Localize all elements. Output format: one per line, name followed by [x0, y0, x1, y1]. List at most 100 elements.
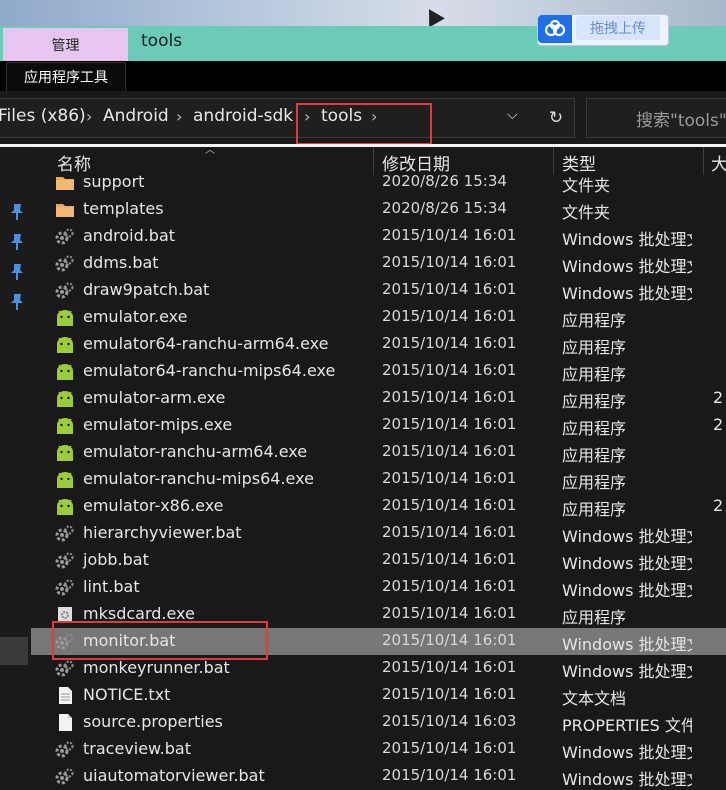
chevron-down-icon[interactable]: ⌵	[507, 107, 518, 123]
file-type: 应用程序	[562, 608, 627, 627]
monitor-bat-highlight	[52, 621, 268, 660]
gear-file-icon	[55, 578, 75, 597]
folder-icon	[55, 173, 75, 192]
file-type: PROPERTIES 文件	[562, 716, 692, 735]
file-type: Windows 批处理文件	[562, 257, 692, 276]
file-date: 2020/8/26 15:34	[382, 199, 507, 217]
gear-file-icon	[55, 227, 75, 246]
pin-icon[interactable]	[9, 203, 25, 221]
file-type: 应用程序	[562, 419, 627, 438]
breadcrumb-chevron-icon[interactable]: ›	[86, 107, 92, 126]
file-row[interactable]: hierarchyviewer.bat 2015/10/14 16:01 Windo…	[31, 520, 726, 547]
window-title: tools	[141, 31, 183, 51]
file-row[interactable]: emulator-mips.exe 2015/10/14 16:01 应用程序 2	[31, 412, 726, 439]
upload-drag-label[interactable]: 拖拽上传	[576, 16, 660, 40]
column-header-size[interactable]: 大	[711, 150, 726, 175]
file-name: NOTICE.txt	[83, 685, 171, 704]
file-date: 2015/10/14 16:01	[382, 334, 517, 352]
refresh-icon[interactable]: ↻	[538, 98, 575, 138]
android-icon	[55, 443, 75, 462]
file-row[interactable]: draw9patch.bat 2015/10/14 16:01 Windows 批处…	[31, 277, 726, 304]
android-icon	[55, 470, 75, 489]
breadcrumb-program-files[interactable]: Files (x86)	[0, 106, 86, 126]
pin-icon[interactable]	[9, 263, 25, 281]
file-row[interactable]: emulator64-ranchu-mips64.exe 2015/10/14 1…	[31, 358, 726, 385]
file-name: emulator-ranchu-mips64.exe	[83, 469, 314, 488]
file-date: 2015/10/14 16:03	[382, 712, 517, 730]
file-row[interactable]: emulator-ranchu-mips64.exe 2015/10/14 16:…	[31, 466, 726, 493]
search-placeholder: 搜索"tools"	[636, 111, 726, 131]
file-type: 应用程序	[562, 446, 627, 465]
file-row[interactable]: android.bat 2015/10/14 16:01 Windows 批处理文件	[31, 223, 726, 250]
file-row[interactable]: ddms.bat 2015/10/14 16:01 Windows 批处理文件	[31, 250, 726, 277]
file-type: Windows 批处理文件	[562, 527, 692, 546]
pin-icon[interactable]	[9, 293, 25, 311]
column-header-type[interactable]: 类型	[562, 150, 596, 175]
gear-file-icon	[55, 551, 75, 570]
tab-manage[interactable]: 管理	[3, 28, 128, 61]
file-type: Windows 批处理文件	[562, 230, 692, 249]
file-name: uiautomatorviewer.bat	[83, 766, 265, 785]
breadcrumb-android-sdk[interactable]: android-sdk	[193, 106, 293, 126]
file-name: emulator-arm.exe	[83, 388, 226, 407]
file-name: templates	[83, 199, 164, 218]
file-type: Windows 批处理文件	[562, 554, 692, 573]
file-name: emulator-mips.exe	[83, 415, 233, 434]
file-name: source.properties	[83, 712, 223, 731]
file-name: draw9patch.bat	[83, 280, 210, 299]
file-row[interactable]: emulator64-ranchu-arm64.exe 2015/10/14 16…	[31, 331, 726, 358]
pin-icon[interactable]	[9, 233, 25, 251]
file-type: Windows 批处理文件	[562, 770, 692, 789]
file-row[interactable]: emulator-x86.exe 2015/10/14 16:01 应用程序 2	[31, 493, 726, 520]
file-name: emulator.exe	[83, 307, 188, 326]
file-date: 2015/10/14 16:01	[382, 253, 517, 271]
file-row[interactable]: emulator.exe 2015/10/14 16:01 应用程序	[31, 304, 726, 331]
file-name: monkeyrunner.bat	[83, 658, 230, 677]
file-type: 文件夹	[562, 176, 611, 195]
file-type: 应用程序	[562, 311, 627, 330]
file-row[interactable]: lint.bat 2015/10/14 16:01 Windows 批处理文件	[31, 574, 726, 601]
blank-file-icon	[55, 713, 75, 732]
android-icon	[55, 362, 75, 381]
gear-file-icon	[55, 524, 75, 543]
file-row[interactable]: jobb.bat 2015/10/14 16:01 Windows 批处理文件	[31, 547, 726, 574]
file-name: emulator-x86.exe	[83, 496, 224, 515]
nav-selected-item[interactable]	[0, 637, 28, 665]
file-date: 2015/10/14 16:01	[382, 739, 517, 757]
column-header-date[interactable]: 修改日期	[382, 150, 450, 175]
file-date: 2015/10/14 16:01	[382, 631, 517, 649]
column-divider[interactable]	[553, 147, 554, 175]
column-divider[interactable]	[373, 147, 374, 175]
file-row[interactable]: emulator-arm.exe 2015/10/14 16:01 应用程序 2	[31, 385, 726, 412]
file-row[interactable]: uiautomatorviewer.bat 2015/10/14 16:01 Win…	[31, 763, 726, 790]
file-size: 2	[713, 415, 724, 434]
file-date: 2015/10/14 16:01	[382, 604, 517, 622]
tools-breadcrumb-highlight	[296, 103, 432, 145]
breadcrumb-android[interactable]: Android	[103, 106, 169, 126]
sort-ascending-icon: ︿	[205, 145, 215, 156]
android-icon	[55, 416, 75, 435]
file-date: 2015/10/14 16:01	[382, 685, 517, 703]
file-type: 应用程序	[562, 338, 627, 357]
column-header-bar	[31, 147, 726, 175]
file-row[interactable]: traceview.bat 2015/10/14 16:01 Windows 批处理…	[31, 736, 726, 763]
column-divider[interactable]	[703, 147, 704, 175]
file-name: emulator-ranchu-arm64.exe	[83, 442, 308, 461]
file-date: 2015/10/14 16:01	[382, 361, 517, 379]
file-row[interactable]: source.properties 2015/10/14 16:03 PROPERT…	[31, 709, 726, 736]
breadcrumb-chevron-icon[interactable]: ›	[176, 107, 182, 126]
file-name: lint.bat	[83, 577, 140, 596]
file-row[interactable]: templates 2020/8/26 15:34 文件夹	[31, 196, 726, 223]
file-row[interactable]: NOTICE.txt 2015/10/14 16:01 文本文档	[31, 682, 726, 709]
gear-file-icon	[55, 281, 75, 300]
column-header-name[interactable]: 名称	[57, 150, 91, 175]
file-type: Windows 批处理文件	[562, 581, 692, 600]
android-icon	[55, 335, 75, 354]
file-row[interactable]: emulator-ranchu-arm64.exe 2015/10/14 16:0…	[31, 439, 726, 466]
file-size: 2	[713, 496, 724, 515]
file-type: Windows 批处理文件	[562, 662, 692, 681]
file-date: 2015/10/14 16:01	[382, 523, 517, 541]
tab-app-tools[interactable]: 应用程序工具	[6, 62, 126, 91]
file-size: 2	[713, 388, 724, 407]
text-file-icon	[55, 686, 75, 705]
